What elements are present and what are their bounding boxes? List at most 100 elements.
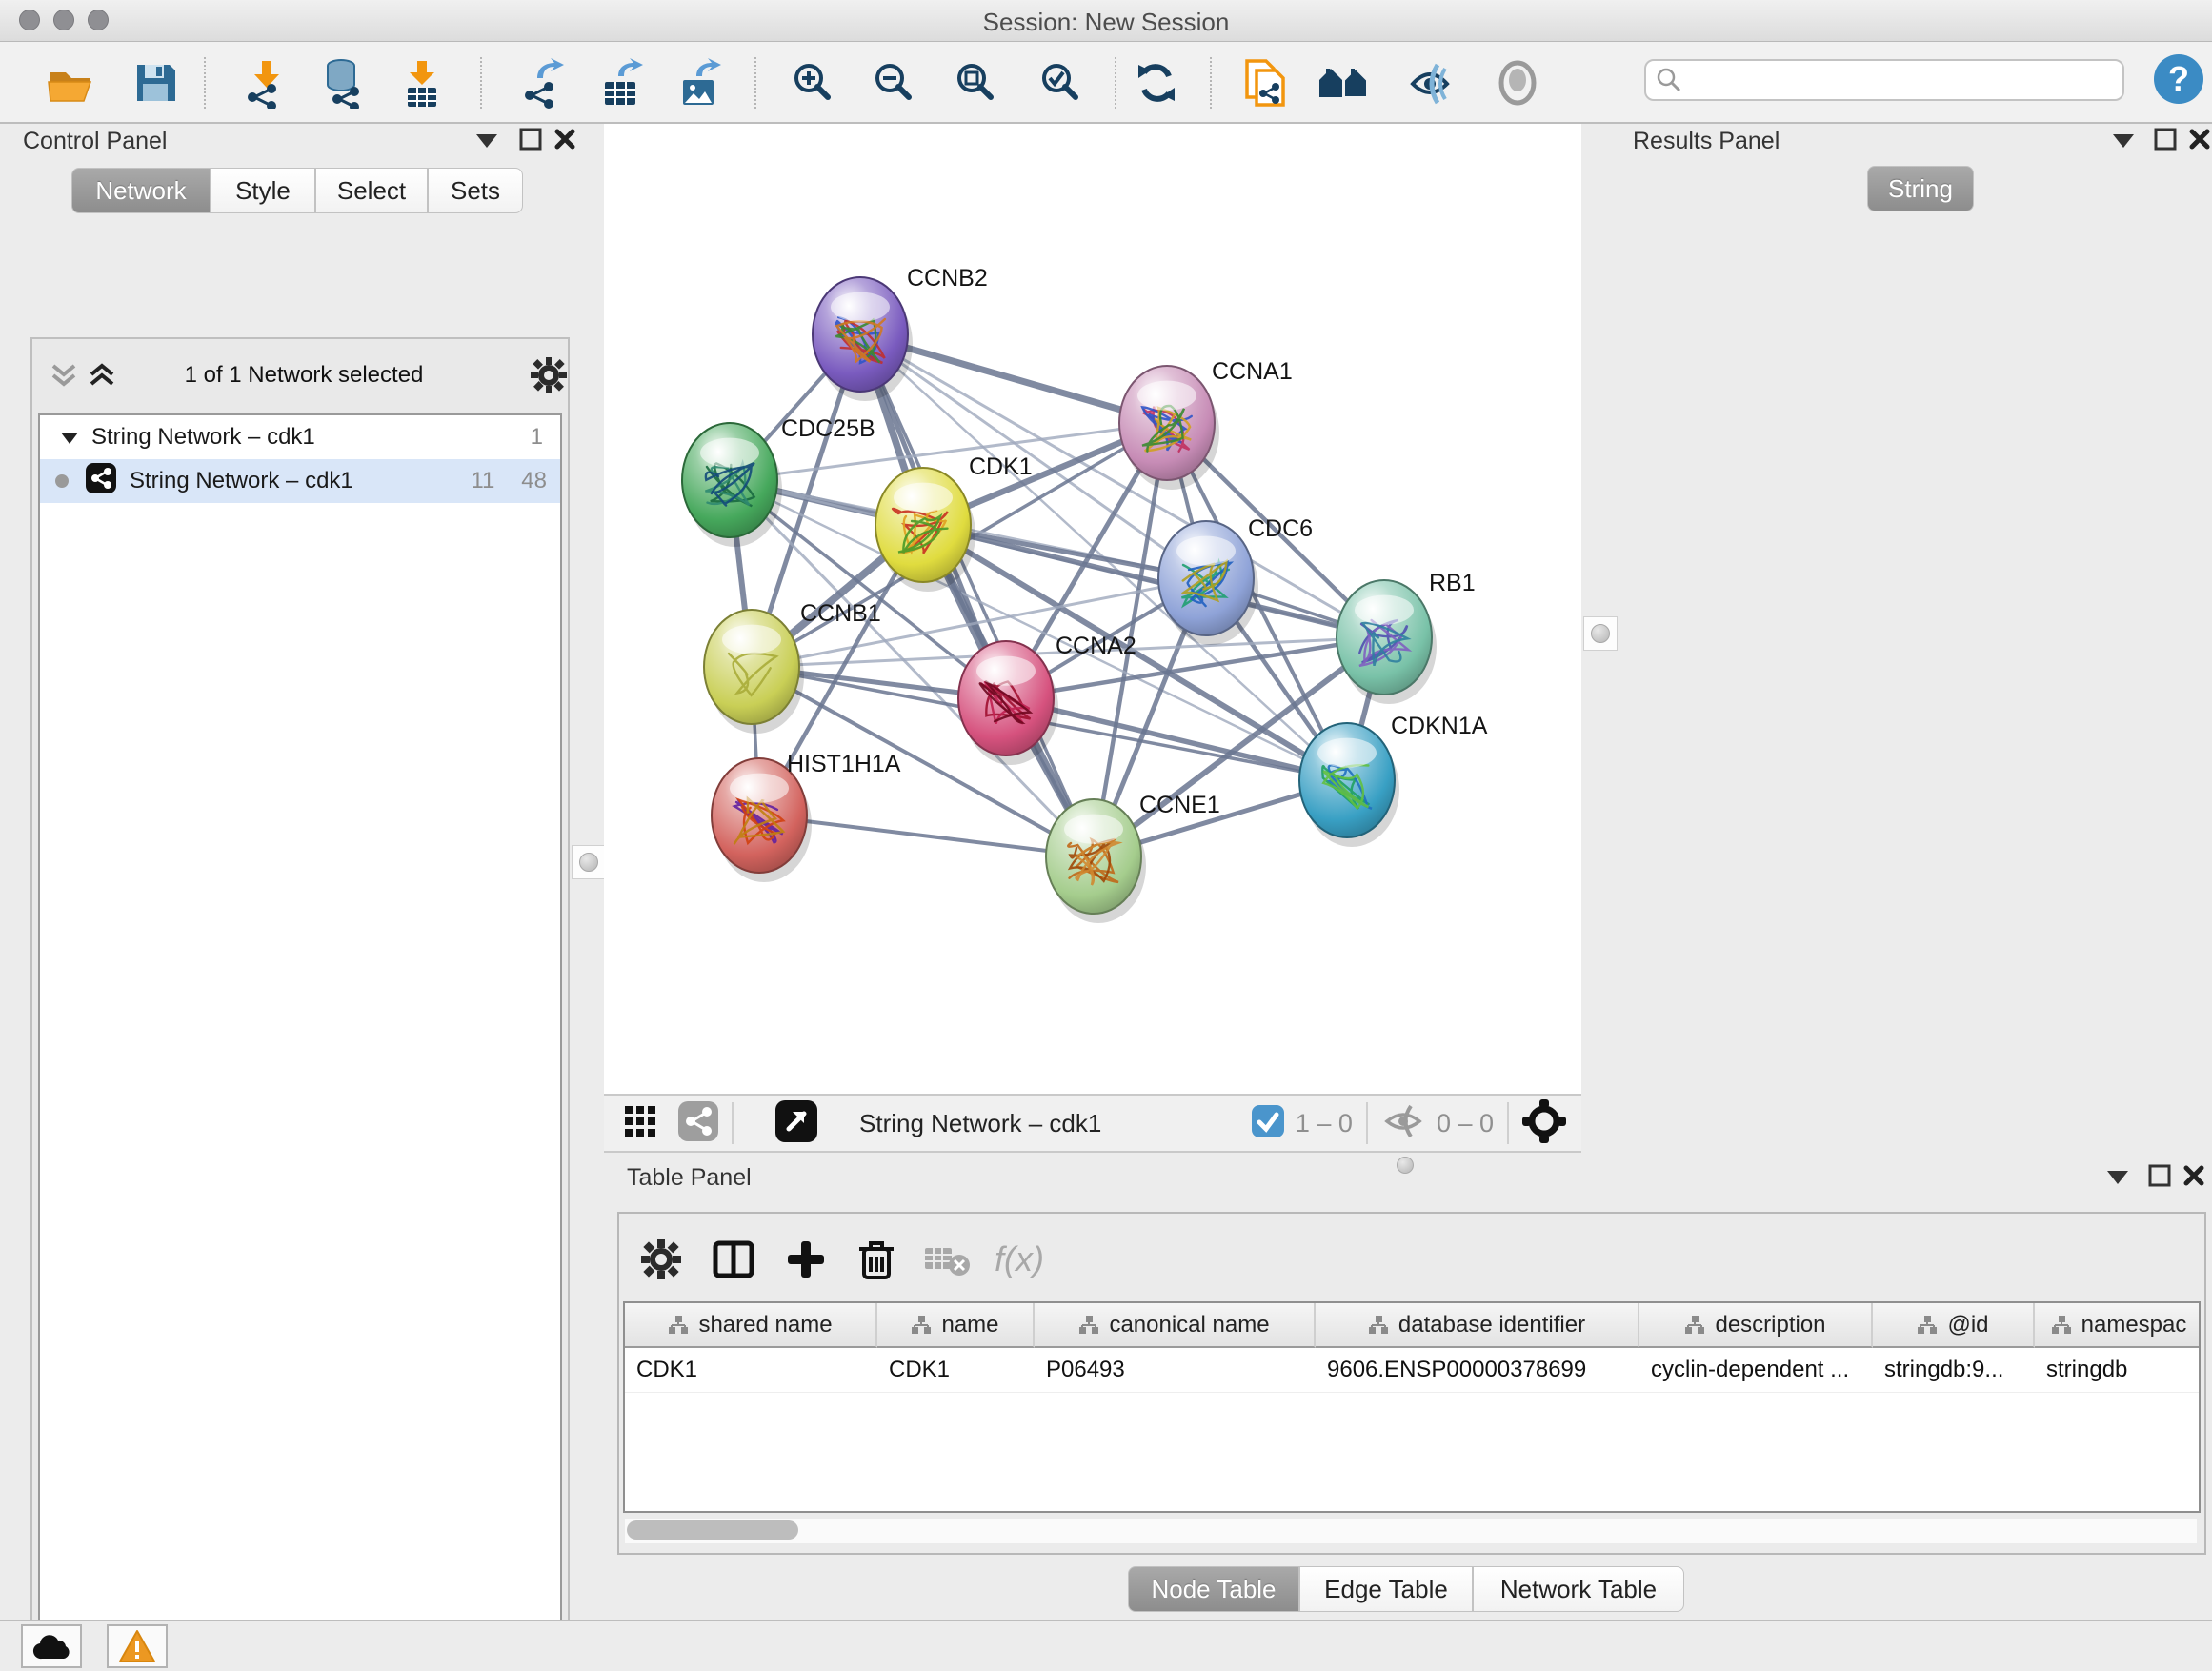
export-table-icon[interactable] — [593, 55, 649, 111]
network-view-title: String Network – cdk1 — [859, 1109, 1101, 1138]
table-cell[interactable]: stringdb:9... — [1873, 1348, 2035, 1392]
function-builder-icon[interactable]: f(x) — [991, 1231, 1048, 1288]
node-highlight — [730, 774, 789, 803]
panel-close-icon[interactable] — [2183, 126, 2212, 152]
table-cell[interactable]: cyclin-dependent ... — [1639, 1348, 1873, 1392]
toolbar-separator — [732, 1102, 734, 1144]
hide-selected-icon[interactable] — [1403, 55, 1458, 111]
delete-table-icon[interactable] — [918, 1231, 975, 1288]
first-neighbors-icon[interactable] — [1317, 55, 1372, 111]
panel-float-icon[interactable] — [2143, 1162, 2176, 1189]
search-box[interactable] — [1644, 59, 2124, 101]
table-hscrollbar[interactable] — [625, 1519, 2197, 1543]
tab-string[interactable]: String — [1867, 166, 1974, 211]
application-window: Session: New Session ? Control Panel — [0, 0, 2212, 1671]
column-header-label: name — [941, 1312, 998, 1339]
toolbar-separator — [1210, 57, 1212, 109]
selected-count: 1 – 0 — [1296, 1109, 1353, 1138]
network-node-label: CCNB1 — [800, 600, 881, 627]
column-header[interactable]: canonical name — [1035, 1303, 1316, 1348]
search-input[interactable] — [1682, 66, 2101, 94]
tab-node-table[interactable]: Node Table — [1128, 1566, 1299, 1612]
table-cell[interactable]: CDK1 — [625, 1348, 877, 1392]
network-options-gear-icon[interactable] — [530, 356, 568, 399]
table-row[interactable]: CDK1CDK1P064939606.ENSP00000378699cyclin… — [625, 1348, 2199, 1393]
node-highlight — [1176, 536, 1236, 566]
show-columns-icon[interactable] — [705, 1231, 762, 1288]
table-cell[interactable]: stringdb — [2035, 1348, 2201, 1392]
column-header-label: @id — [1947, 1312, 1988, 1339]
delete-column-icon[interactable] — [848, 1231, 905, 1288]
network-label: String Network – cdk1 — [130, 468, 353, 494]
string-import-icon[interactable] — [1237, 55, 1293, 111]
column-header[interactable]: description — [1639, 1303, 1873, 1348]
expand-all-networks-icon[interactable] — [88, 362, 116, 395]
show-all-icon[interactable] — [1490, 55, 1545, 111]
refresh-icon[interactable] — [1129, 55, 1184, 111]
table-cell[interactable]: CDK1 — [877, 1348, 1035, 1392]
panel-collapse-icon[interactable] — [2107, 128, 2140, 154]
network-collection-row[interactable]: String Network – cdk1 1 — [40, 415, 560, 459]
network-edge[interactable] — [860, 334, 1094, 856]
warning-button[interactable] — [107, 1624, 168, 1668]
column-header[interactable]: @id — [1873, 1303, 2035, 1348]
zoom-fit-icon[interactable] — [949, 55, 1004, 111]
node-highlight — [894, 483, 953, 513]
column-header[interactable]: name — [877, 1303, 1035, 1348]
column-header[interactable]: shared name — [625, 1303, 877, 1348]
title-bar: Session: New Session — [0, 0, 2212, 42]
save-session-icon[interactable] — [128, 55, 183, 111]
toolbar-separator — [1115, 57, 1116, 109]
tree-expand-icon[interactable] — [61, 424, 78, 451]
tab-style[interactable]: Style — [211, 168, 315, 213]
tab-edge-table[interactable]: Edge Table — [1299, 1566, 1473, 1612]
open-full-view-icon[interactable] — [775, 1100, 817, 1147]
node-highlight — [1317, 738, 1377, 768]
hidden-eye-icon[interactable] — [1381, 1104, 1425, 1143]
import-table-icon[interactable] — [394, 55, 450, 111]
panel-close-icon[interactable] — [2178, 1162, 2210, 1189]
zoom-in-icon[interactable] — [786, 55, 841, 111]
open-session-icon[interactable] — [43, 55, 98, 111]
zoom-out-icon[interactable] — [867, 55, 922, 111]
column-header[interactable]: database identifier — [1316, 1303, 1639, 1348]
add-column-icon[interactable] — [777, 1231, 835, 1288]
panel-collapse-icon[interactable] — [471, 128, 503, 154]
help-icon[interactable]: ? — [2151, 51, 2206, 107]
import-network-database-icon[interactable] — [316, 55, 372, 111]
export-image-icon[interactable] — [672, 55, 727, 111]
column-header[interactable]: namespac — [2035, 1303, 2201, 1348]
collection-count: 1 — [531, 424, 543, 451]
right-splitter-knob[interactable] — [1583, 616, 1618, 651]
string-view-icon[interactable] — [678, 1101, 718, 1146]
network-row[interactable]: String Network – cdk1 11 48 — [40, 459, 560, 503]
column-type-icon — [911, 1315, 932, 1336]
network-canvas[interactable]: CCNB2CCNA1CDC25BCDK1CDC6RB1CCNB1CCNA2CDK… — [604, 124, 1581, 1094]
network-node-label: CDC6 — [1248, 515, 1313, 542]
table-panel-box: f(x) shared name name canonical namedataba… — [617, 1212, 2206, 1555]
table-cell[interactable]: 9606.ENSP00000378699 — [1316, 1348, 1639, 1392]
table-panel-title: Table Panel — [627, 1164, 752, 1192]
zoom-selected-icon[interactable] — [1034, 55, 1089, 111]
selected-checkbox-icon[interactable] — [1252, 1105, 1284, 1142]
center-view-icon[interactable] — [1522, 1099, 1566, 1148]
tab-select[interactable]: Select — [315, 168, 428, 213]
panel-collapse-icon[interactable] — [2101, 1164, 2134, 1191]
tab-network-table[interactable]: Network Table — [1473, 1566, 1684, 1612]
cloud-button[interactable] — [21, 1624, 82, 1668]
panel-close-icon[interactable] — [549, 126, 581, 152]
panel-float-icon[interactable] — [2149, 126, 2182, 152]
table-hscroll-thumb[interactable] — [627, 1520, 798, 1540]
tab-network[interactable]: Network — [71, 168, 211, 213]
network-graph[interactable]: CCNB2CCNA1CDC25BCDK1CDC6RB1CCNB1CCNA2CDK… — [604, 124, 1581, 1094]
network-tree: String Network – cdk1 1 String Network –… — [38, 413, 562, 1671]
export-network-icon[interactable] — [516, 55, 572, 111]
table-gear-icon[interactable] — [633, 1231, 690, 1288]
table-cell[interactable]: P06493 — [1035, 1348, 1316, 1392]
collapse-all-networks-icon[interactable] — [50, 362, 78, 395]
tab-sets[interactable]: Sets — [428, 168, 523, 213]
import-network-file-icon[interactable] — [239, 55, 294, 111]
panel-float-icon[interactable] — [514, 126, 547, 152]
left-splitter-knob[interactable] — [572, 845, 606, 879]
grid-view-icon[interactable] — [623, 1102, 665, 1145]
